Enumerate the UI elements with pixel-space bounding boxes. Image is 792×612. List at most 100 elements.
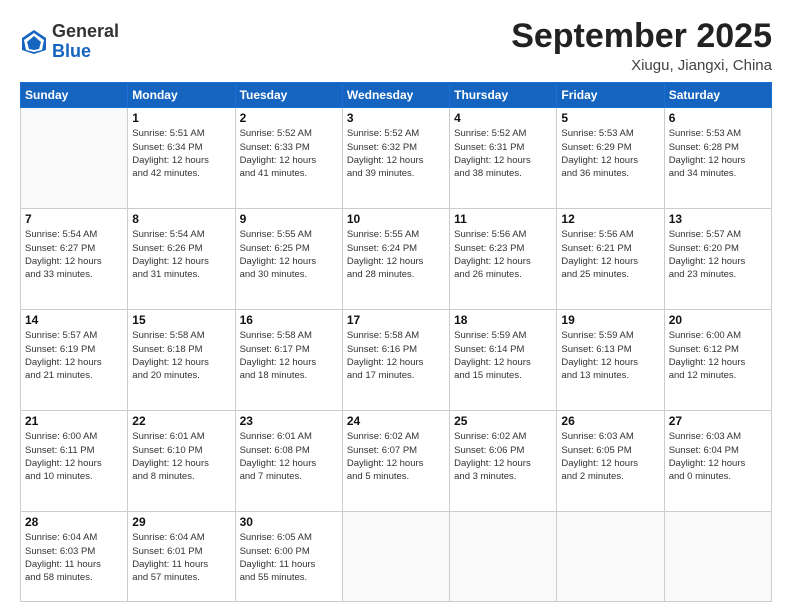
day-number: 21	[25, 414, 123, 428]
logo-blue-text: Blue	[52, 42, 119, 62]
calendar-cell: 28 Sunrise: 6:04 AM Sunset: 6:03 PM Dayli…	[21, 512, 128, 602]
calendar-cell: 18 Sunrise: 5:59 AM Sunset: 6:14 PM Dayli…	[450, 310, 557, 411]
calendar-cell: 10 Sunrise: 5:55 AM Sunset: 6:24 PM Dayli…	[342, 209, 449, 310]
day-number: 10	[347, 212, 445, 226]
day-info: Sunrise: 6:03 AM Sunset: 6:05 PM Dayligh…	[561, 430, 659, 483]
day-info: Sunrise: 5:58 AM Sunset: 6:16 PM Dayligh…	[347, 329, 445, 382]
day-number: 16	[240, 313, 338, 327]
day-number: 28	[25, 515, 123, 529]
day-info: Sunrise: 5:52 AM Sunset: 6:32 PM Dayligh…	[347, 127, 445, 180]
day-info: Sunrise: 5:56 AM Sunset: 6:21 PM Dayligh…	[561, 228, 659, 281]
logo-general-text: General	[52, 22, 119, 42]
week-row-3: 21Sunrise: 6:00 AM Sunset: 6:11 PM Dayli…	[21, 411, 772, 512]
calendar-cell: 25 Sunrise: 6:02 AM Sunset: 6:06 PM Dayli…	[450, 411, 557, 512]
calendar-cell: 19 Sunrise: 5:59 AM Sunset: 6:13 PM Dayli…	[557, 310, 664, 411]
day-info: Sunrise: 6:01 AM Sunset: 6:10 PM Dayligh…	[132, 430, 230, 483]
day-number: 25	[454, 414, 552, 428]
calendar-cell: 11 Sunrise: 5:56 AM Sunset: 6:23 PM Dayli…	[450, 209, 557, 310]
day-number: 22	[132, 414, 230, 428]
weekday-header-row: SundayMondayTuesdayWednesdayThursdayFrid…	[21, 83, 772, 108]
title-block: September 2025 Xiugu, Jiangxi, China	[511, 18, 772, 74]
day-number: 6	[669, 111, 767, 125]
weekday-header-friday: Friday	[557, 83, 664, 108]
day-number: 15	[132, 313, 230, 327]
calendar-cell	[21, 108, 128, 209]
calendar-cell	[450, 512, 557, 602]
day-info: Sunrise: 6:01 AM Sunset: 6:08 PM Dayligh…	[240, 430, 338, 483]
calendar-cell: 17 Sunrise: 5:58 AM Sunset: 6:16 PM Dayli…	[342, 310, 449, 411]
weekday-header-saturday: Saturday	[664, 83, 771, 108]
day-info: Sunrise: 5:52 AM Sunset: 6:33 PM Dayligh…	[240, 127, 338, 180]
week-row-4: 28 Sunrise: 6:04 AM Sunset: 6:03 PM Dayli…	[21, 512, 772, 602]
day-number: 3	[347, 111, 445, 125]
location: Xiugu, Jiangxi, China	[511, 57, 772, 74]
calendar-cell: 1 Sunrise: 5:51 AM Sunset: 6:34 PM Daylig…	[128, 108, 235, 209]
day-number: 7	[25, 212, 123, 226]
day-number: 29	[132, 515, 230, 529]
calendar-cell: 3 Sunrise: 5:52 AM Sunset: 6:32 PM Daylig…	[342, 108, 449, 209]
calendar-cell: 12 Sunrise: 5:56 AM Sunset: 6:21 PM Dayli…	[557, 209, 664, 310]
day-info: Sunrise: 6:05 AM Sunset: 6:00 PM Dayligh…	[240, 531, 338, 584]
day-info: Sunrise: 6:04 AM Sunset: 6:03 PM Dayligh…	[25, 531, 123, 584]
week-row-1: 7 Sunrise: 5:54 AM Sunset: 6:27 PM Daylig…	[21, 209, 772, 310]
weekday-header-thursday: Thursday	[450, 83, 557, 108]
day-info: Sunrise: 5:52 AM Sunset: 6:31 PM Dayligh…	[454, 127, 552, 180]
calendar-cell: 7 Sunrise: 5:54 AM Sunset: 6:27 PM Daylig…	[21, 209, 128, 310]
calendar-cell: 5 Sunrise: 5:53 AM Sunset: 6:29 PM Daylig…	[557, 108, 664, 209]
calendar-cell	[342, 512, 449, 602]
calendar-cell: 24Sunrise: 6:02 AM Sunset: 6:07 PM Dayli…	[342, 411, 449, 512]
day-info: Sunrise: 5:59 AM Sunset: 6:13 PM Dayligh…	[561, 329, 659, 382]
header: General Blue September 2025 Xiugu, Jiang…	[20, 18, 772, 74]
day-info: Sunrise: 6:00 AM Sunset: 6:12 PM Dayligh…	[669, 329, 767, 382]
day-number: 11	[454, 212, 552, 226]
logo-text: General Blue	[52, 22, 119, 62]
calendar-cell: 22 Sunrise: 6:01 AM Sunset: 6:10 PM Dayli…	[128, 411, 235, 512]
calendar-cell: 15 Sunrise: 5:58 AM Sunset: 6:18 PM Dayli…	[128, 310, 235, 411]
day-number: 27	[669, 414, 767, 428]
calendar-cell: 4Sunrise: 5:52 AM Sunset: 6:31 PM Daylig…	[450, 108, 557, 209]
day-info: Sunrise: 6:03 AM Sunset: 6:04 PM Dayligh…	[669, 430, 767, 483]
day-number: 24	[347, 414, 445, 428]
weekday-header-tuesday: Tuesday	[235, 83, 342, 108]
day-info: Sunrise: 5:59 AM Sunset: 6:14 PM Dayligh…	[454, 329, 552, 382]
page: General Blue September 2025 Xiugu, Jiang…	[0, 0, 792, 612]
calendar-cell: 30 Sunrise: 6:05 AM Sunset: 6:00 PM Dayli…	[235, 512, 342, 602]
calendar-cell: 6Sunrise: 5:53 AM Sunset: 6:28 PM Daylig…	[664, 108, 771, 209]
calendar-cell: 20 Sunrise: 6:00 AM Sunset: 6:12 PM Dayli…	[664, 310, 771, 411]
day-number: 23	[240, 414, 338, 428]
day-info: Sunrise: 5:51 AM Sunset: 6:34 PM Dayligh…	[132, 127, 230, 180]
day-info: Sunrise: 5:54 AM Sunset: 6:27 PM Dayligh…	[25, 228, 123, 281]
day-number: 19	[561, 313, 659, 327]
day-number: 17	[347, 313, 445, 327]
day-number: 1	[132, 111, 230, 125]
calendar-cell	[664, 512, 771, 602]
day-info: Sunrise: 5:55 AM Sunset: 6:24 PM Dayligh…	[347, 228, 445, 281]
day-number: 12	[561, 212, 659, 226]
day-info: Sunrise: 5:56 AM Sunset: 6:23 PM Dayligh…	[454, 228, 552, 281]
day-number: 14	[25, 313, 123, 327]
calendar-cell: 26 Sunrise: 6:03 AM Sunset: 6:05 PM Dayli…	[557, 411, 664, 512]
day-info: Sunrise: 5:53 AM Sunset: 6:29 PM Dayligh…	[561, 127, 659, 180]
day-number: 18	[454, 313, 552, 327]
day-info: Sunrise: 6:02 AM Sunset: 6:06 PM Dayligh…	[454, 430, 552, 483]
day-info: Sunrise: 5:57 AM Sunset: 6:20 PM Dayligh…	[669, 228, 767, 281]
day-number: 26	[561, 414, 659, 428]
calendar-cell: 14Sunrise: 5:57 AM Sunset: 6:19 PM Dayli…	[21, 310, 128, 411]
logo: General Blue	[20, 22, 119, 62]
day-number: 5	[561, 111, 659, 125]
day-number: 2	[240, 111, 338, 125]
day-number: 20	[669, 313, 767, 327]
calendar-cell: 21Sunrise: 6:00 AM Sunset: 6:11 PM Dayli…	[21, 411, 128, 512]
day-info: Sunrise: 6:04 AM Sunset: 6:01 PM Dayligh…	[132, 531, 230, 584]
calendar-cell: 13 Sunrise: 5:57 AM Sunset: 6:20 PM Dayli…	[664, 209, 771, 310]
day-number: 30	[240, 515, 338, 529]
day-info: Sunrise: 5:58 AM Sunset: 6:17 PM Dayligh…	[240, 329, 338, 382]
calendar-cell	[557, 512, 664, 602]
calendar-cell: 2 Sunrise: 5:52 AM Sunset: 6:33 PM Daylig…	[235, 108, 342, 209]
calendar-cell: 16 Sunrise: 5:58 AM Sunset: 6:17 PM Dayli…	[235, 310, 342, 411]
calendar-table: SundayMondayTuesdayWednesdayThursdayFrid…	[20, 82, 772, 602]
day-info: Sunrise: 5:54 AM Sunset: 6:26 PM Dayligh…	[132, 228, 230, 281]
day-number: 13	[669, 212, 767, 226]
day-info: Sunrise: 5:58 AM Sunset: 6:18 PM Dayligh…	[132, 329, 230, 382]
month-title: September 2025	[511, 18, 772, 55]
